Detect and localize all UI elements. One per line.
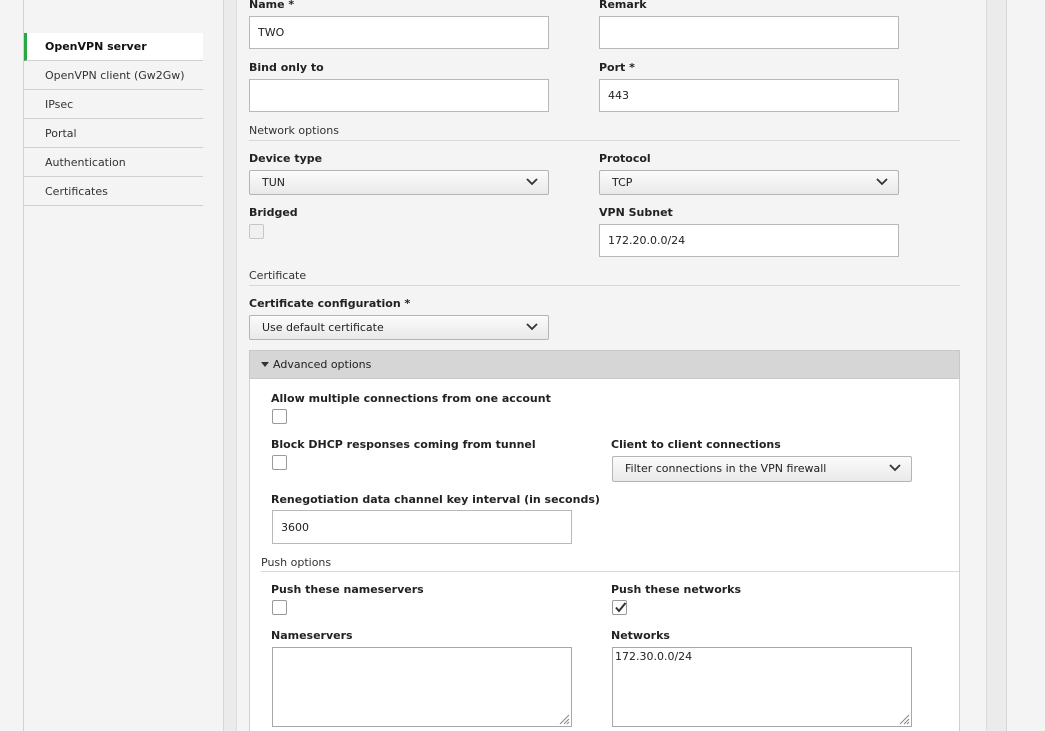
port-input[interactable] <box>599 79 899 112</box>
divider <box>261 571 959 572</box>
nameservers-label: Nameservers <box>271 629 353 642</box>
sidebar-item-label: IPsec <box>45 98 74 111</box>
push-ns-checkbox[interactable] <box>272 600 287 615</box>
certificate-heading: Certificate <box>249 269 307 282</box>
resize-grip-icon[interactable] <box>899 714 910 725</box>
chevron-down-icon <box>876 178 888 186</box>
networks-value: 172.30.0.0/24 <box>615 650 693 663</box>
name-input[interactable] <box>249 16 549 49</box>
bind-label: Bind only to <box>249 61 324 74</box>
sidebar-item-ipsec[interactable]: IPsec <box>24 91 203 119</box>
advanced-options-toggle[interactable]: Advanced options <box>249 350 960 379</box>
bind-input[interactable] <box>249 79 549 112</box>
reneg-input[interactable] <box>272 510 572 544</box>
checkmark-icon <box>615 602 627 613</box>
device-type-select[interactable]: TUN <box>249 170 549 195</box>
c2c-label: Client to client connections <box>611 438 781 451</box>
multi-conn-checkbox[interactable] <box>272 409 287 424</box>
protocol-label: Protocol <box>599 152 651 165</box>
sidebar-item-label: Authentication <box>45 156 126 169</box>
block-dhcp-label: Block DHCP responses coming from tunnel <box>271 438 536 451</box>
push-ns-label: Push these nameservers <box>271 583 424 596</box>
c2c-select[interactable]: Filter connections in the VPN firewall <box>612 456 912 482</box>
sidebar-item-label: Certificates <box>45 185 108 198</box>
cert-config-select[interactable]: Use default certificate <box>249 315 549 340</box>
device-type-label: Device type <box>249 152 323 165</box>
push-options-heading: Push options <box>261 556 332 569</box>
nameservers-textarea[interactable] <box>272 647 572 727</box>
sidebar: OpenVPN server OpenVPN client (Gw2Gw) IP… <box>0 0 204 731</box>
resize-grip-icon[interactable] <box>559 714 570 725</box>
push-nets-checkbox[interactable] <box>612 600 627 615</box>
chevron-down-icon <box>889 464 901 472</box>
block-dhcp-checkbox[interactable] <box>272 455 287 470</box>
port-label: Port * <box>599 61 635 74</box>
sidebar-item-certificates[interactable]: Certificates <box>24 178 203 206</box>
bridged-checkbox[interactable] <box>249 224 264 239</box>
sidebar-item-openvpn-client[interactable]: OpenVPN client (Gw2Gw) <box>24 62 203 90</box>
protocol-select[interactable]: TCP <box>599 170 899 195</box>
cert-config-label: Certificate configuration * <box>249 297 411 310</box>
sidebar-item-authentication[interactable]: Authentication <box>24 149 203 177</box>
chevron-down-icon <box>526 323 538 331</box>
device-type-value: TUN <box>262 176 285 189</box>
sidebar-item-label: OpenVPN server <box>45 40 147 53</box>
cert-config-value: Use default certificate <box>262 321 384 334</box>
sidebar-item-label: OpenVPN client (Gw2Gw) <box>45 69 185 82</box>
push-nets-label: Push these networks <box>611 583 742 596</box>
name-label: Name * <box>249 0 295 11</box>
divider <box>249 140 960 141</box>
bridged-label: Bridged <box>249 206 298 219</box>
remark-input[interactable] <box>599 16 899 49</box>
remark-label: Remark <box>599 0 647 11</box>
caret-down-icon <box>261 362 269 367</box>
networks-label: Networks <box>611 629 670 642</box>
vpn-subnet-input[interactable] <box>599 224 899 257</box>
chevron-down-icon <box>526 178 538 186</box>
c2c-value: Filter connections in the VPN firewall <box>625 462 827 475</box>
multi-conn-label: Allow multiple connections from one acco… <box>271 392 551 405</box>
protocol-value: TCP <box>612 176 633 189</box>
divider <box>249 285 960 286</box>
advanced-options-title: Advanced options <box>273 358 372 371</box>
networks-textarea[interactable]: 172.30.0.0/24 <box>612 647 912 727</box>
sidebar-item-openvpn-server[interactable]: OpenVPN server <box>24 33 203 61</box>
network-options-heading: Network options <box>249 124 339 137</box>
sidebar-item-label: Portal <box>45 127 77 140</box>
vpn-subnet-label: VPN Subnet <box>599 206 673 219</box>
reneg-label: Renegotiation data channel key interval … <box>271 493 600 506</box>
sidebar-item-portal[interactable]: Portal <box>24 120 203 148</box>
